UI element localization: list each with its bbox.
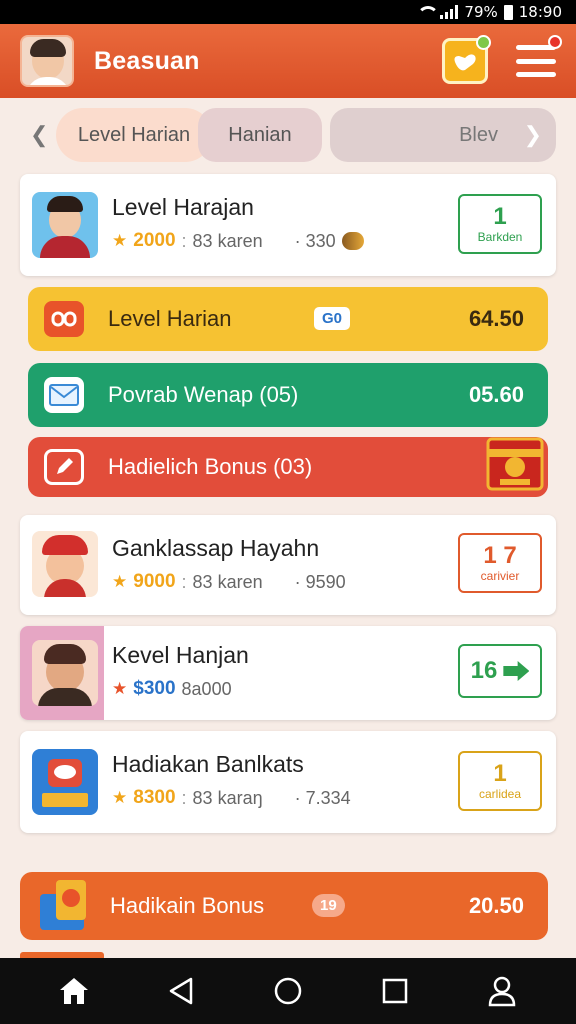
profile-icon[interactable] — [482, 971, 522, 1011]
bar-value: 20.50 — [468, 893, 524, 918]
list-item[interactable]: Kevel Hanjan ★ $300 8a000 16 — [20, 626, 556, 720]
bottom-navigation — [0, 958, 576, 1024]
gift-box-icon — [34, 874, 98, 938]
user-avatar — [32, 192, 98, 258]
score-value: · 330 — [294, 230, 336, 251]
item-title: Kevel Hanjan — [112, 642, 249, 668]
points-value: 9000 — [133, 571, 176, 592]
notification-dot — [476, 35, 491, 50]
list-item[interactable]: Hadiakan Banlkats ★ 8300 : 83 karaŋ · 7.… — [20, 731, 556, 833]
sub-label: 83 karen — [192, 230, 263, 251]
bar-chip: 19 — [312, 894, 345, 917]
coin-icon — [341, 232, 364, 250]
clock: 18:90 — [518, 3, 562, 21]
circle-home-icon[interactable] — [268, 971, 308, 1011]
item-meta: ★ 9000 : 83 karen · 9590 — [112, 571, 346, 592]
score-value: · 7.334 — [294, 787, 351, 808]
back-icon[interactable] — [161, 971, 201, 1011]
gift-box-icon — [482, 429, 548, 495]
score-value: · 9590 — [294, 571, 346, 592]
home-icon[interactable] — [54, 971, 94, 1011]
tab-hanian[interactable]: Hanian — [198, 108, 322, 162]
shop-avatar — [32, 749, 98, 815]
bonus-bar-povrab[interactable]: Povrab Wenap (05) 05.60 — [28, 363, 548, 427]
sub-label: 8a000 — [181, 678, 232, 699]
profile-avatar[interactable] — [20, 35, 74, 87]
star-icon: ★ — [112, 679, 128, 698]
tab-level-harian[interactable]: Level Harian — [56, 108, 212, 162]
bar-label: Hadielich Bonus (03) — [108, 454, 313, 479]
menu-badge — [548, 35, 562, 49]
wifi-icon — [416, 5, 440, 19]
chevron-right-icon[interactable]: ❯ — [524, 122, 542, 148]
level-badge[interactable]: 1 Barkden — [458, 194, 542, 254]
level-badge[interactable]: 1 carlidea — [458, 751, 542, 811]
level-badge[interactable]: 1 7 carivier — [458, 533, 542, 593]
bonus-bar-hadikain[interactable]: Hadikain Bonus 19 20.50 — [20, 872, 548, 940]
item-meta: ★ 2000 : 83 karen · 330 — [112, 230, 364, 252]
reward-button[interactable] — [442, 35, 491, 84]
star-icon: ★ — [112, 231, 128, 250]
level-badge[interactable]: 16 — [458, 644, 542, 698]
link-icon — [44, 301, 84, 337]
arrow-right-icon — [503, 661, 530, 681]
points-value: 8300 — [133, 787, 176, 808]
list-item[interactable]: Ganklassap Hayahn ★ 9000 : 83 karen · 95… — [20, 515, 556, 615]
points-value: $300 — [133, 678, 176, 699]
edit-icon — [44, 449, 84, 485]
item-meta: ★ 8300 : 83 karaŋ · 7.334 — [112, 787, 351, 808]
tab-blev[interactable]: Blev — [330, 108, 556, 162]
points-value: 2000 — [133, 230, 176, 251]
battery-icon — [503, 4, 513, 20]
battery-percent: 79% — [464, 3, 498, 21]
bar-label: Hadikain Bonus — [110, 893, 265, 918]
user-avatar — [32, 640, 98, 706]
bar-label: Level Harian — [108, 306, 232, 331]
bar-value: 05.60 — [468, 382, 524, 407]
list-item[interactable]: Level Harajan ★ 2000 : 83 karen · 330 1 … — [20, 174, 556, 276]
bar-label: Povrab Wenap (05) — [108, 382, 299, 407]
mail-icon — [44, 377, 84, 413]
chevron-left-icon[interactable]: ❮ — [30, 122, 48, 148]
item-title: Level Harajan — [112, 194, 254, 220]
user-avatar — [32, 531, 98, 597]
tab-bar: Level Harian ❮ Hanian Blev ❯ — [20, 108, 556, 162]
app-header: Beasuan — [0, 24, 576, 98]
signal-icon — [440, 5, 459, 19]
sub-label: 83 karen — [192, 571, 263, 592]
app-title: Beasuan — [94, 46, 200, 75]
hand-gift-icon — [454, 54, 476, 71]
star-icon: ★ — [112, 788, 128, 807]
item-title: Hadiakan Banlkats — [112, 751, 304, 777]
recents-icon[interactable] — [375, 971, 415, 1011]
item-title: Ganklassap Hayahn — [112, 535, 320, 561]
sub-label: 83 karaŋ — [192, 787, 263, 808]
item-meta: ★ $300 8a000 — [112, 678, 232, 700]
status-bar: 79% 18:90 — [0, 0, 576, 24]
bar-value: 64.50 — [468, 306, 524, 331]
bonus-bar-level-harian[interactable]: Level Harian G0 64.50 — [28, 287, 548, 351]
menu-button[interactable] — [516, 35, 562, 81]
bar-chip: G0 — [314, 307, 351, 330]
star-icon: ★ — [112, 572, 128, 591]
bonus-bar-hadielich[interactable]: Hadielich Bonus (03) — [28, 437, 548, 497]
